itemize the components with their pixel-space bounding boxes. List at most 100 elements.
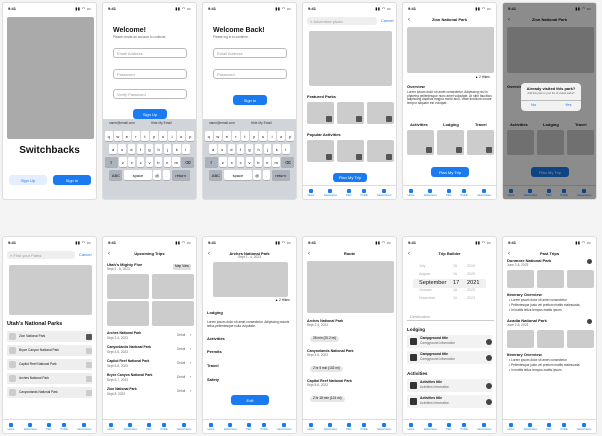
bookmark-icon[interactable]	[456, 147, 462, 153]
key-u[interactable]: u	[259, 131, 267, 141]
key-row-2[interactable]: asdfghjkl	[105, 144, 194, 154]
key-l[interactable]: l	[182, 144, 190, 154]
key-x[interactable]: x	[228, 157, 236, 167]
tab-profile[interactable]: Profile	[361, 188, 368, 197]
abc-key[interactable]: ABC	[109, 170, 123, 180]
email-field[interactable]: Email Address	[213, 48, 287, 58]
key-k[interactable]: k	[172, 144, 181, 154]
map-view-button[interactable]: Map View	[173, 264, 191, 270]
key-q[interactable]: q	[105, 131, 113, 141]
picker-day[interactable]: 15	[453, 264, 457, 268]
tab-saved-items[interactable]: Saved items	[577, 422, 591, 431]
chevron-right-icon[interactable]: ›	[190, 389, 191, 394]
sign-up-button[interactable]: Sign Up	[9, 175, 47, 185]
key-row-1[interactable]: qwertyuiop	[105, 131, 194, 141]
key-row-4[interactable]: ABC space @ . return	[205, 170, 294, 180]
password-field[interactable]: Password	[213, 69, 287, 79]
trip-stop-detail-link[interactable]: Detail	[177, 375, 185, 380]
key-w[interactable]: w	[114, 131, 122, 141]
key-g[interactable]: g	[145, 144, 154, 154]
trip-stop-detail-link[interactable]: Detail	[177, 389, 185, 394]
safety-heading[interactable]: Safety	[207, 377, 219, 383]
key-row-1[interactable]: qwertyuiop	[205, 131, 294, 141]
search-input[interactable]: ⌕ Adventure photo	[307, 17, 377, 25]
past-trip-photo[interactable]	[507, 330, 534, 348]
cancel-link[interactable]: Cancel	[381, 18, 393, 24]
key-p[interactable]: p	[286, 131, 294, 141]
picker-day[interactable]: 18	[453, 288, 457, 292]
travel-heading[interactable]: Travel	[207, 363, 219, 369]
option-select-toggle[interactable]	[486, 382, 492, 389]
tab-home[interactable]: Home	[208, 422, 215, 431]
tab-plan[interactable]: Plan	[46, 422, 51, 431]
past-trip-photo[interactable]	[537, 330, 564, 348]
tab-profile[interactable]: Profile	[261, 422, 268, 431]
key-g[interactable]: g	[245, 144, 254, 154]
past-trip-photo[interactable]	[507, 270, 534, 288]
bookmark-icon[interactable]	[386, 154, 392, 160]
visited-check-icon[interactable]	[86, 361, 92, 368]
plan-my-trip-button[interactable]: Plan My Trip	[333, 173, 367, 182]
tab-adventures[interactable]: Adventures	[424, 422, 437, 431]
delete-key[interactable]: ⌫	[181, 157, 195, 167]
plan-my-trip-button[interactable]: Plan My Trip	[431, 167, 469, 177]
key-e[interactable]: e	[123, 131, 131, 141]
tab-adventures[interactable]: Adventures	[324, 422, 337, 431]
dot-key[interactable]: .	[162, 170, 171, 180]
picker-day[interactable]: 16	[453, 272, 457, 276]
key-b[interactable]: b	[154, 157, 163, 167]
tab-saved-items[interactable]: Saved items	[477, 188, 491, 197]
hide-my-email[interactable]: Hide My Email	[151, 121, 172, 126]
tab-adventures[interactable]: Adventures	[424, 188, 437, 197]
key-a[interactable]: a	[209, 144, 217, 154]
permits-heading[interactable]: Permits	[207, 349, 222, 355]
dialog-no-button[interactable]: No	[531, 102, 536, 108]
sign-in-button[interactable]: Sign In	[233, 95, 267, 105]
key-k[interactable]: k	[272, 144, 281, 154]
search-input[interactable]: ⌕ Find your Parks	[7, 251, 75, 259]
key-b[interactable]: b	[254, 157, 263, 167]
key-m[interactable]: m	[172, 157, 180, 167]
key-w[interactable]: w	[214, 131, 222, 141]
shift-key[interactable]: ⇧	[105, 157, 118, 167]
tab-adventures[interactable]: Adventures	[24, 422, 37, 431]
chevron-right-icon[interactable]: ›	[190, 347, 191, 352]
key-a[interactable]: a	[109, 144, 117, 154]
share-icon[interactable]	[587, 319, 592, 324]
tab-home[interactable]: Home	[408, 422, 415, 431]
visited-check-icon[interactable]	[86, 347, 92, 354]
shift-key[interactable]: ⇧	[205, 157, 218, 167]
picker-month[interactable]: July	[419, 264, 425, 268]
past-trip-photo[interactable]	[567, 330, 594, 348]
picker-month[interactable]: November	[419, 296, 436, 300]
bookmark-icon[interactable]	[326, 154, 332, 160]
keyboard[interactable]: name@email.com Hide My Email qwertyuiop …	[203, 119, 296, 199]
tab-saved-items[interactable]: Saved items	[377, 422, 391, 431]
destination-input[interactable]: Destination	[407, 313, 494, 321]
key-y[interactable]: y	[250, 131, 258, 141]
key-p[interactable]: p	[186, 131, 194, 141]
bookmark-icon[interactable]	[486, 147, 492, 153]
space-key[interactable]: space	[223, 170, 252, 180]
key-l[interactable]: l	[282, 144, 290, 154]
option-select-toggle[interactable]	[486, 354, 492, 361]
key-t[interactable]: t	[141, 131, 149, 141]
activities-heading[interactable]: Activities	[207, 336, 225, 342]
key-row-3[interactable]: ⇧ z x c v b n m ⌫	[205, 157, 295, 167]
tab-adventures[interactable]: Adventures	[124, 422, 137, 431]
trip-stop-detail-link[interactable]: Detail	[177, 361, 185, 366]
key-c[interactable]: c	[136, 157, 145, 167]
return-key[interactable]: return	[271, 170, 290, 180]
tab-plan[interactable]: Plan	[346, 188, 351, 197]
key-h[interactable]: h	[154, 144, 163, 154]
return-key[interactable]: return	[171, 170, 190, 180]
tab-profile[interactable]: Profile	[561, 422, 568, 431]
tab-saved-items[interactable]: Saved items	[277, 422, 291, 431]
key-y[interactable]: y	[150, 131, 158, 141]
tab-saved-items[interactable]: Saved items	[377, 188, 391, 197]
verify-password-field[interactable]: Verify Password	[113, 89, 187, 99]
key-f[interactable]: f	[136, 144, 145, 154]
key-o[interactable]: o	[277, 131, 285, 141]
picker-year[interactable]: 2019	[467, 264, 475, 268]
visited-check-icon[interactable]	[86, 389, 92, 396]
